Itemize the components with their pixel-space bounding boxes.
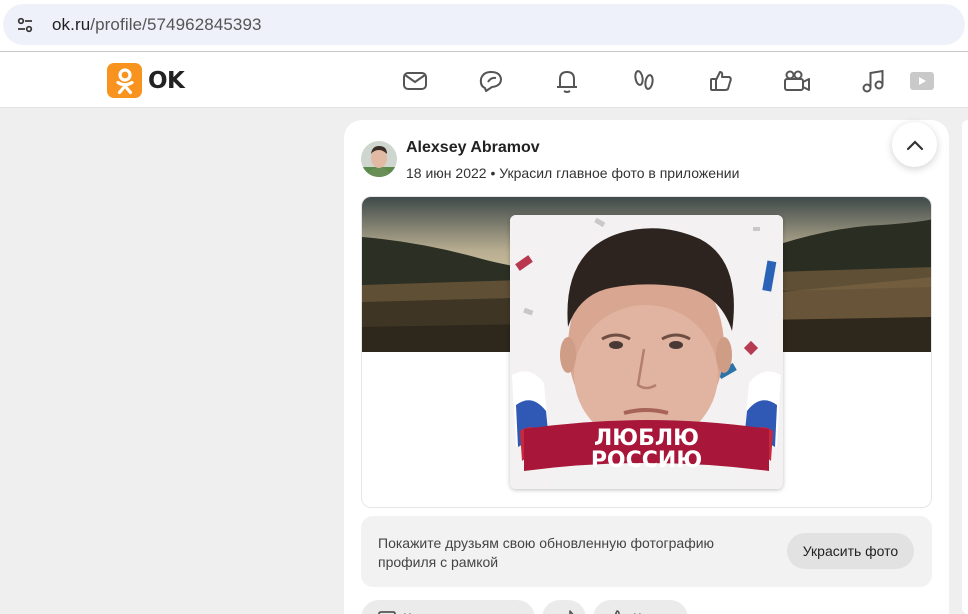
- avatar[interactable]: [361, 141, 397, 177]
- promo-banner: Покажите друзьям свою обновленную фотогр…: [361, 516, 932, 587]
- post-action: Украсил главное фото в приложении: [499, 165, 740, 181]
- url-text[interactable]: ok.ru/profile/574962845393: [52, 15, 262, 35]
- class-label: К: [633, 610, 641, 614]
- class-button[interactable]: К: [593, 600, 688, 614]
- share-icon: [569, 610, 574, 614]
- ok-logo-text: OK: [148, 67, 185, 94]
- post-date[interactable]: 18 июн 2022: [406, 165, 487, 181]
- video-play-icon[interactable]: [904, 66, 934, 96]
- url-domain: ok.ru: [52, 14, 91, 34]
- share-button[interactable]: [542, 600, 586, 614]
- meta-separator: •: [486, 165, 500, 181]
- browser-toolbar: ok.ru/profile/574962845393: [0, 0, 968, 52]
- framed-profile-photo: ЛЮБЛЮ РОССИЮ: [510, 215, 783, 489]
- comment-label: К: [403, 610, 411, 614]
- chevron-up-icon: [906, 139, 923, 150]
- frame-caption: ЛЮБЛЮ РОССИЮ: [510, 428, 783, 472]
- guests-icon[interactable]: [629, 66, 659, 96]
- post-card: Alexsey Abramov 18 июн 2022 • Украсил гл…: [344, 120, 949, 614]
- comment-icon: [378, 611, 396, 614]
- thumb-up-icon: [614, 610, 620, 614]
- decorate-photo-button[interactable]: Украсить фото: [787, 533, 914, 569]
- marks-icon[interactable]: [706, 66, 736, 96]
- promo-text: Покажите друзьям свою обновленную фотогр…: [378, 535, 715, 570]
- messages-icon[interactable]: [400, 66, 430, 96]
- post-photo[interactable]: ЛЮБЛЮ РОССИЮ: [361, 196, 932, 508]
- url-path: /profile/574962845393: [90, 14, 262, 34]
- notifications-icon[interactable]: [552, 66, 582, 96]
- frame-caption-line-1: ЛЮБЛЮ: [594, 426, 699, 451]
- video-icon[interactable]: [782, 66, 812, 96]
- address-bar[interactable]: ok.ru/profile/574962845393: [3, 4, 965, 45]
- ok-logo[interactable]: OK: [107, 63, 185, 98]
- site-header: OK: [0, 52, 968, 108]
- collapse-button[interactable]: [892, 122, 937, 167]
- post-meta: 18 июн 2022 • Украсил главное фото в при…: [406, 165, 739, 181]
- music-icon[interactable]: [858, 66, 888, 96]
- site-info-icon[interactable]: [7, 7, 43, 43]
- frame-caption-line-2: РОССИЮ: [590, 448, 703, 473]
- author-name[interactable]: Alexsey Abramov: [406, 139, 540, 157]
- ok-logo-icon: [107, 63, 142, 98]
- comment-button[interactable]: К: [361, 600, 535, 614]
- side-panel-edge: [962, 120, 968, 614]
- discussions-icon[interactable]: [476, 66, 506, 96]
